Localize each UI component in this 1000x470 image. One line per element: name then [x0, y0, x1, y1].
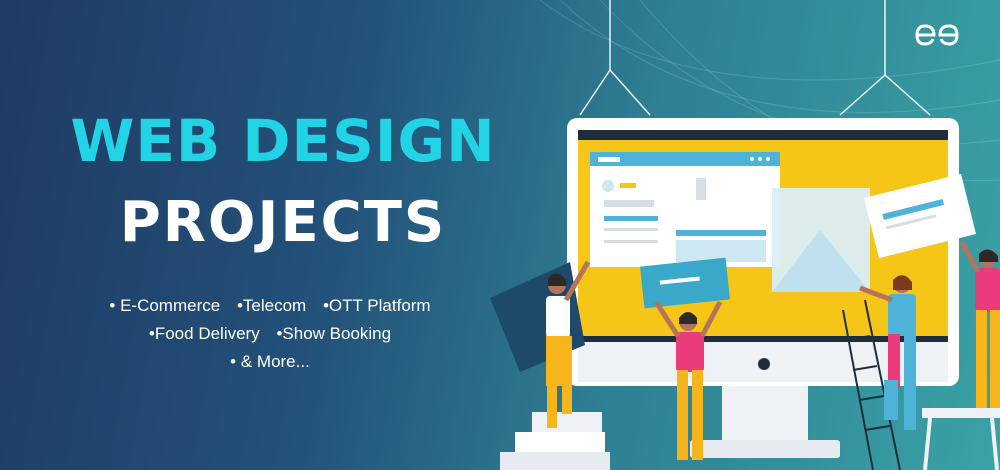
image-card [772, 188, 870, 292]
bullet-and-more: • & More... [230, 352, 310, 371]
bullet-show-booking: •Show Booking [276, 324, 392, 343]
title-web-design: WEB DESIGN [70, 107, 496, 175]
bullet-row-2: •Food Delivery •Show Booking [60, 320, 480, 348]
bullet-ott-platform: •OTT Platform [322, 296, 431, 315]
person-right [959, 240, 1000, 408]
hanging-wires [579, 0, 931, 116]
bullet-ecommerce: • E-Commerce [109, 296, 221, 315]
bullet-food-delivery: •Food Delivery [148, 324, 260, 343]
project-list: • E-Commerce •Telecom •OTT Platform •Foo… [60, 292, 480, 376]
browser-window [590, 152, 780, 267]
stool [922, 408, 1000, 470]
bullet-row-3: • & More... [60, 348, 480, 376]
gfg-logo-icon [915, 24, 959, 46]
floating-card-left [640, 257, 730, 309]
bullet-telecom: •Telecom [236, 296, 307, 315]
title-projects: PROJECTS [119, 190, 447, 255]
bullet-row-1: • E-Commerce •Telecom •OTT Platform [60, 292, 480, 320]
web-design-banner: WEB DESIGN PROJECTS • E-Commerce •Teleco… [0, 0, 1000, 470]
